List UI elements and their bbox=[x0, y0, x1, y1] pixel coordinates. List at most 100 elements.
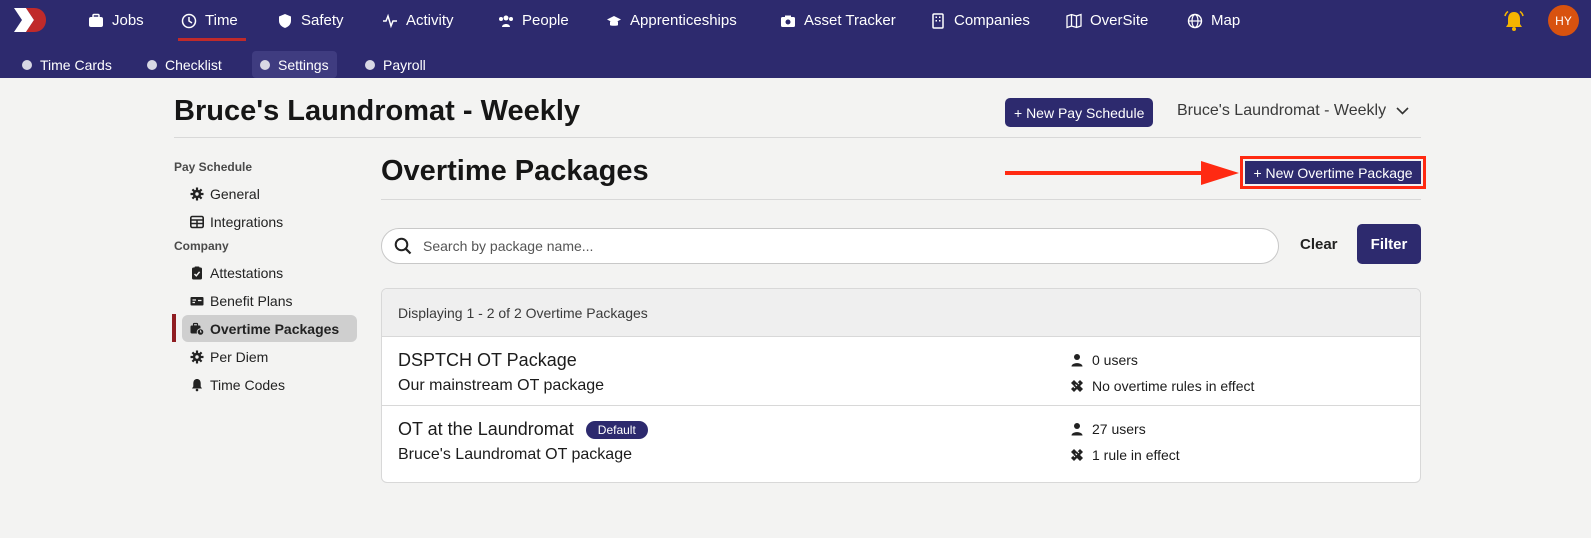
people-icon bbox=[499, 15, 513, 27]
subnav-label: Settings bbox=[278, 56, 329, 73]
package-rules: 1 rule in effect bbox=[1070, 447, 1180, 463]
page-title: Bruce's Laundromat - Weekly bbox=[174, 95, 581, 127]
nav-label: Safety bbox=[301, 12, 344, 29]
nav-label: Map bbox=[1211, 12, 1241, 29]
sidebar-item-label: Integrations bbox=[210, 213, 284, 230]
subnav-label: Checklist bbox=[165, 56, 222, 73]
nav-label: Asset Tracker bbox=[804, 12, 896, 29]
user-icon bbox=[1071, 354, 1083, 367]
search-icon bbox=[394, 237, 412, 255]
nav-label: Apprenticeships bbox=[630, 12, 737, 29]
overtime-packages-table: Displaying 1 - 2 of 2 Overtime Packages … bbox=[381, 288, 1421, 483]
rules-summary: No overtime rules in effect bbox=[1092, 378, 1255, 394]
package-description: Our mainstream OT package bbox=[398, 377, 605, 394]
subnav-checklist[interactable]: Checklist bbox=[139, 51, 230, 78]
package-name-cell: OT at the Laundromat Default bbox=[398, 419, 648, 440]
pay-schedule-select[interactable]: Bruce's Laundromat - Weekly bbox=[1177, 102, 1409, 120]
users-count: 0 users bbox=[1092, 352, 1138, 368]
sidebar-item-integrations[interactable]: Integrations bbox=[182, 208, 357, 235]
nav-time[interactable]: Time bbox=[178, 0, 246, 41]
clipboard-check-icon bbox=[192, 266, 202, 279]
sidebar-heading-pay-schedule: Pay Schedule bbox=[174, 160, 253, 174]
notification-bell-icon[interactable] bbox=[1502, 9, 1526, 33]
search-input[interactable] bbox=[423, 238, 1243, 254]
ruler-pencil-icon bbox=[1071, 449, 1083, 461]
nav-apprenticeships[interactable]: Apprenticeships bbox=[606, 0, 737, 41]
package-name[interactable]: DSPTCH OT Package bbox=[398, 350, 577, 371]
map-icon bbox=[1066, 13, 1082, 28]
annotation-arrow-icon bbox=[1005, 161, 1239, 185]
table-icon bbox=[190, 215, 204, 228]
user-avatar[interactable]: HY bbox=[1548, 5, 1579, 36]
package-name[interactable]: OT at the Laundromat bbox=[398, 419, 574, 440]
bullet-icon bbox=[147, 59, 157, 70]
filter-button[interactable]: Filter bbox=[1357, 224, 1421, 264]
subnav-time-cards[interactable]: Time Cards bbox=[14, 51, 120, 78]
clear-button[interactable]: Clear bbox=[1300, 236, 1338, 253]
nav-label: Time bbox=[205, 12, 238, 29]
table-row[interactable]: DSPTCH OT Package Our mainstream OT pack… bbox=[382, 337, 1420, 406]
nav-jobs[interactable]: Jobs bbox=[88, 0, 144, 41]
active-indicator bbox=[172, 314, 176, 342]
user-icon bbox=[1071, 423, 1083, 436]
sidebar-item-per-diem[interactable]: Per Diem bbox=[182, 343, 357, 370]
search-bar[interactable] bbox=[381, 228, 1279, 264]
table-summary: Displaying 1 - 2 of 2 Overtime Packages bbox=[382, 289, 1420, 337]
sidebar-item-overtime-packages[interactable]: Overtime Packages bbox=[182, 315, 357, 342]
nav-label: Jobs bbox=[112, 12, 144, 29]
sidebar-item-label: Benefit Plans bbox=[210, 292, 293, 309]
sidebar-item-benefit-plans[interactable]: Benefit Plans bbox=[182, 287, 357, 314]
new-overtime-package-button[interactable]: + New Overtime Package bbox=[1245, 161, 1421, 184]
subnav-settings[interactable]: Settings bbox=[252, 51, 337, 78]
sub-nav bbox=[0, 41, 1591, 78]
nav-oversite[interactable]: OverSite bbox=[1066, 0, 1148, 41]
sidebar-item-label: Overtime Packages bbox=[210, 320, 340, 337]
sidebar-item-label: Attestations bbox=[210, 264, 284, 281]
nav-label: Activity bbox=[406, 12, 454, 29]
top-nav: Jobs Time Safety Activity People Apprent… bbox=[0, 0, 1591, 41]
package-rules: No overtime rules in effect bbox=[1070, 378, 1254, 394]
package-users: 0 users bbox=[1070, 352, 1138, 368]
nav-map[interactable]: Map bbox=[1187, 0, 1240, 41]
subnav-label: Time Cards bbox=[40, 56, 112, 73]
sidebar-item-label: Per Diem bbox=[210, 348, 269, 365]
briefcase-icon bbox=[89, 13, 103, 27]
nav-safety[interactable]: Safety bbox=[277, 0, 344, 41]
nav-asset-tracker[interactable]: Asset Tracker bbox=[780, 0, 896, 41]
bullet-icon bbox=[260, 59, 270, 70]
table-row[interactable]: OT at the Laundromat Default Bruce's Lau… bbox=[382, 406, 1420, 475]
nav-companies[interactable]: Companies bbox=[930, 0, 1030, 41]
bell-icon bbox=[192, 378, 202, 391]
sidebar-item-general[interactable]: General bbox=[182, 180, 357, 207]
sidebar-item-label: Time Codes bbox=[210, 376, 285, 393]
building-icon bbox=[932, 12, 944, 29]
nav-label: People bbox=[522, 12, 569, 29]
shield-icon bbox=[279, 13, 291, 28]
nav-activity[interactable]: Activity bbox=[382, 0, 454, 41]
package-description: Bruce's Laundromat OT package bbox=[398, 446, 632, 463]
sidebar-item-time-codes[interactable]: Time Codes bbox=[182, 371, 357, 398]
subnav-label: Payroll bbox=[383, 56, 426, 73]
nav-people[interactable]: People bbox=[498, 0, 569, 41]
sidebar-item-attestations[interactable]: Attestations bbox=[182, 259, 357, 286]
section-title: Overtime Packages bbox=[381, 155, 649, 187]
gear-icon bbox=[190, 350, 204, 363]
globe-icon bbox=[1187, 13, 1203, 28]
package-users: 27 users bbox=[1070, 421, 1146, 437]
chevron-down-icon bbox=[1396, 107, 1409, 115]
bullet-icon bbox=[365, 59, 375, 70]
subnav-payroll[interactable]: Payroll bbox=[357, 51, 434, 78]
rules-summary: 1 rule in effect bbox=[1092, 447, 1180, 463]
clock-icon bbox=[181, 13, 197, 28]
money-check-icon bbox=[190, 296, 204, 305]
default-badge: Default bbox=[585, 420, 648, 439]
divider bbox=[174, 137, 1421, 138]
nav-label: Companies bbox=[954, 12, 1030, 29]
nav-label: OverSite bbox=[1090, 12, 1149, 29]
sidebar-item-label: General bbox=[210, 185, 260, 202]
graduation-cap-icon bbox=[607, 15, 621, 26]
camera-icon bbox=[781, 15, 795, 27]
pulse-icon bbox=[383, 13, 397, 28]
app-logo-icon[interactable] bbox=[12, 6, 48, 34]
new-pay-schedule-button[interactable]: + New Pay Schedule bbox=[1005, 98, 1154, 127]
